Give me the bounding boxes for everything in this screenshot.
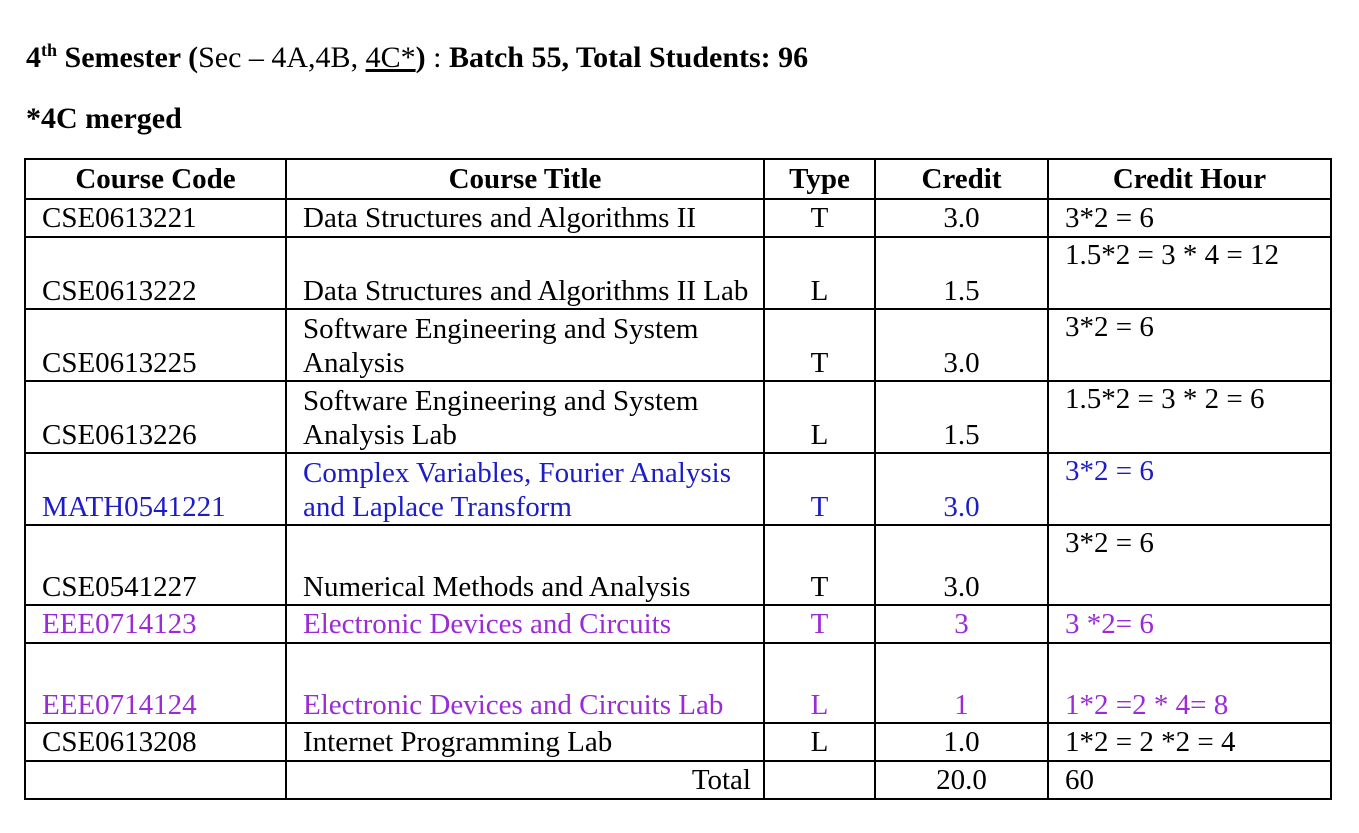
semester-word: Semester ( — [57, 41, 199, 74]
course-title: Electronic Devices and Circuits Lab — [285, 642, 765, 724]
total-empty-cell — [24, 760, 287, 800]
course-credit: 3.0 — [874, 524, 1049, 606]
table-row: CSE0541227 Numerical Methods and Analysi… — [24, 524, 1332, 606]
table-row: CSE0613208 Internet Programming Lab L 1.… — [24, 722, 1332, 762]
merged-note: *4C merged — [26, 102, 182, 135]
header-course-title: Course Title — [285, 158, 765, 200]
course-type: L — [763, 380, 876, 454]
course-code: MATH0541221 — [24, 452, 287, 526]
table-header-row: Course Code Course Title Type Credit Cre… — [24, 158, 1332, 200]
course-code: CSE0613221 — [24, 198, 287, 238]
course-credit-hour: 1.5*2 = 3 * 2 = 6 — [1047, 380, 1332, 454]
course-credit: 3.0 — [874, 452, 1049, 526]
course-title: Complex Variables, Fourier Analysis and … — [285, 452, 765, 526]
course-type: T — [763, 604, 876, 644]
course-code: EEE0714124 — [24, 642, 287, 724]
table-row: CSE0613221 Data Structures and Algorithm… — [24, 198, 1332, 238]
section-merged: 4C* — [365, 41, 416, 74]
course-code: CSE0541227 — [24, 524, 287, 606]
course-credit: 1.0 — [874, 722, 1049, 762]
table-row: CSE0613225 Software Engineering and Syst… — [24, 308, 1332, 382]
course-title: Numerical Methods and Analysis — [285, 524, 765, 606]
header-type: Type — [763, 158, 876, 200]
header-credit-hour: Credit Hour — [1047, 158, 1332, 200]
course-code: CSE0613225 — [24, 308, 287, 382]
course-credit-hour: 3*2 = 6 — [1047, 524, 1332, 606]
course-credit: 1.5 — [874, 380, 1049, 454]
course-credit-hour: 3*2 = 6 — [1047, 308, 1332, 382]
course-title: Internet Programming Lab — [285, 722, 765, 762]
table-row: CSE0613226 Software Engineering and Syst… — [24, 380, 1332, 454]
course-title: Electronic Devices and Circuits — [285, 604, 765, 644]
batch-info: Batch 55, Total Students: 96 — [448, 41, 809, 74]
table-row: EEE0714123 Electronic Devices and Circui… — [24, 604, 1332, 644]
course-credit-hour: 3 *2= 6 — [1047, 604, 1332, 644]
course-type: L — [763, 722, 876, 762]
course-code: CSE0613222 — [24, 236, 287, 310]
total-row: Total 20.0 60 — [24, 760, 1332, 800]
section-list: Sec – 4A,4B, — [198, 41, 366, 74]
header-credit: Credit — [874, 158, 1049, 200]
course-type: T — [763, 524, 876, 606]
table-row: EEE0714124 Electronic Devices and Circui… — [24, 642, 1332, 724]
semester-number: 4 — [26, 41, 41, 74]
course-credit: 3.0 — [874, 308, 1049, 382]
course-type: L — [763, 642, 876, 724]
header-course-code: Course Code — [24, 158, 287, 200]
total-type-cell — [763, 760, 876, 800]
course-credit: 1 — [874, 642, 1049, 724]
course-credit-hour: 1*2 = 2 *2 = 4 — [1047, 722, 1332, 762]
course-credit-hour: 1.5*2 = 3 * 4 = 12 — [1047, 236, 1332, 310]
course-credit: 3.0 — [874, 198, 1049, 238]
course-type: T — [763, 198, 876, 238]
course-title: Data Structures and Algorithms II — [285, 198, 765, 238]
course-title: Software Engineering and System Analysis — [285, 308, 765, 382]
semester-heading: 4th Semester (Sec – 4A,4B, 4C*) : Batch … — [26, 38, 808, 78]
total-credit-hour: 60 — [1047, 760, 1332, 800]
course-type: T — [763, 308, 876, 382]
course-credit: 1.5 — [874, 236, 1049, 310]
table-row: MATH0541221 Complex Variables, Fourier A… — [24, 452, 1332, 526]
course-title: Data Structures and Algorithms II Lab — [285, 236, 765, 310]
semester-ordinal: th — [41, 40, 58, 60]
course-title: Software Engineering and System Analysis… — [285, 380, 765, 454]
total-label: Total — [285, 760, 765, 800]
course-code: CSE0613226 — [24, 380, 287, 454]
separator: : — [425, 41, 449, 74]
course-type: T — [763, 452, 876, 526]
course-table: Course Code Course Title Type Credit Cre… — [24, 158, 1332, 800]
course-code: CSE0613208 — [24, 722, 287, 762]
course-credit-hour: 3*2 = 6 — [1047, 452, 1332, 526]
course-credit-hour: 1*2 =2 * 4= 8 — [1047, 642, 1332, 724]
total-credit: 20.0 — [874, 760, 1049, 800]
course-credit-hour: 3*2 = 6 — [1047, 198, 1332, 238]
course-code: EEE0714123 — [24, 604, 287, 644]
close-paren: ) — [415, 41, 426, 74]
course-credit: 3 — [874, 604, 1049, 644]
table-row: CSE0613222 Data Structures and Algorithm… — [24, 236, 1332, 310]
course-type: L — [763, 236, 876, 310]
